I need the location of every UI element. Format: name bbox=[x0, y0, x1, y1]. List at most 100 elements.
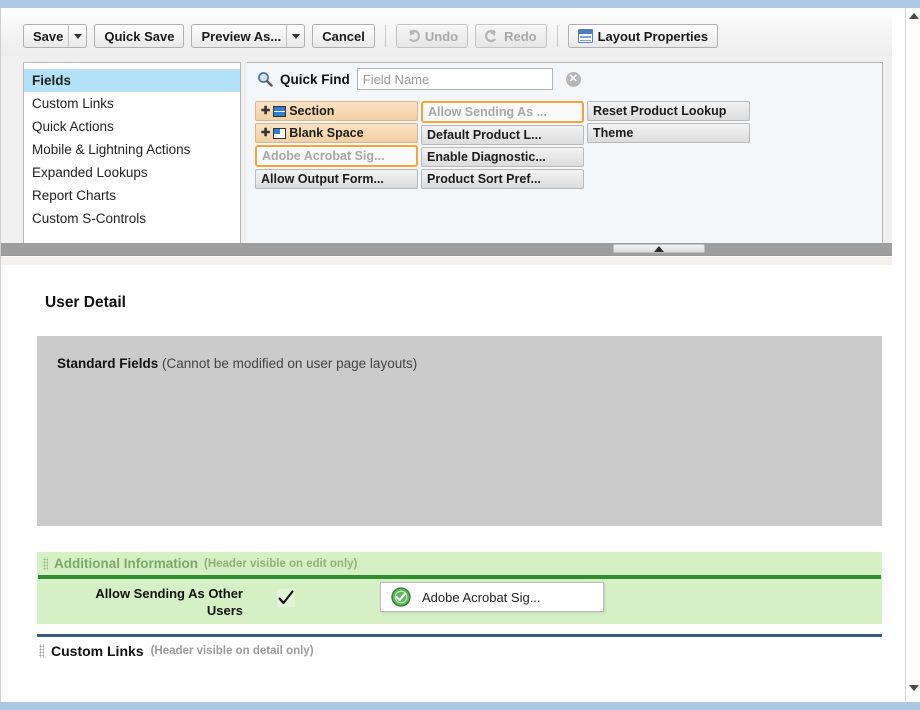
plus-icon: ✚ bbox=[261, 127, 271, 139]
save-dropdown-toggle[interactable] bbox=[68, 25, 86, 47]
chevron-up-icon bbox=[908, 13, 919, 19]
palette-tile-label: Product Sort Pref... bbox=[427, 172, 541, 186]
palette-tile-theme[interactable]: Theme bbox=[587, 123, 750, 143]
palette-column: Reset Product Lookup Theme bbox=[587, 101, 750, 189]
sidebar-item-label: Mobile & Lightning Actions bbox=[32, 142, 191, 157]
sidebar-item-label: Custom Links bbox=[32, 96, 114, 111]
palette-tile-reset-product-lookup[interactable]: Reset Product Lookup bbox=[587, 101, 750, 121]
palette-tile-label: Blank Space bbox=[289, 126, 364, 140]
toolbar-divider bbox=[556, 25, 558, 47]
preview-as-dropdown-toggle[interactable] bbox=[286, 25, 304, 47]
custom-links-header: Custom Links (Header visible on detail o… bbox=[37, 637, 882, 659]
palette-tile-label: Enable Diagnostic... bbox=[427, 150, 546, 164]
custom-links-note: (Header visible on detail only) bbox=[150, 645, 314, 657]
sidebar-item-mobile-lightning-actions[interactable]: Mobile & Lightning Actions bbox=[24, 138, 240, 161]
chevron-down-icon bbox=[908, 685, 919, 691]
dragged-field-tile[interactable]: Adobe Acrobat Sig... bbox=[380, 582, 604, 612]
sidebar-item-label: Quick Actions bbox=[32, 119, 114, 134]
field-label-allow-sending-as-other-users: Allow Sending As Other Users bbox=[95, 586, 243, 618]
app-canvas: Save Quick Save Preview As... Cancel Und… bbox=[0, 8, 905, 710]
palette-tile-label: Allow Sending As ... bbox=[428, 105, 547, 119]
editor-toolbar: Save Quick Save Preview As... Cancel Und… bbox=[1, 16, 892, 56]
quick-save-label: Quick Save bbox=[104, 28, 175, 44]
sidebar-item-label: Custom S-Controls bbox=[32, 211, 147, 226]
element-category-sidebar: Fields Custom Links Quick Actions Mobile… bbox=[23, 62, 241, 248]
palette-tile-label: Theme bbox=[593, 126, 634, 140]
quick-find-label: Quick Find bbox=[280, 71, 350, 87]
palette-tile-label: Adobe Acrobat Sig... bbox=[262, 149, 385, 163]
sidebar-item-custom-links[interactable]: Custom Links bbox=[24, 92, 240, 115]
checkmark-icon bbox=[277, 589, 295, 607]
blank-space-icon bbox=[273, 127, 287, 139]
redo-icon bbox=[485, 29, 499, 43]
undo-icon bbox=[406, 29, 420, 43]
dragged-field-label: Adobe Acrobat Sig... bbox=[422, 589, 541, 605]
redo-label: Redo bbox=[504, 28, 537, 44]
standard-fields-header: Standard Fields (Cannot be modified on u… bbox=[57, 356, 417, 371]
additional-information-section[interactable]: Additional Information (Header visible o… bbox=[37, 552, 882, 624]
cancel-label: Cancel bbox=[322, 28, 365, 44]
sidebar-item-fields[interactable]: Fields bbox=[24, 69, 240, 92]
palette-column: Allow Sending As ... Default Product L..… bbox=[421, 101, 584, 189]
sidebar-item-quick-actions[interactable]: Quick Actions bbox=[24, 115, 240, 138]
field-palette: Quick Find ✕ ✚ Section ✚ bbox=[247, 62, 883, 248]
cancel-button[interactable]: Cancel bbox=[312, 24, 375, 48]
sidebar-item-expanded-lookups[interactable]: Expanded Lookups bbox=[24, 161, 240, 184]
palette-tile-label: Default Product L... bbox=[427, 128, 542, 142]
palette-tile-label: Section bbox=[289, 104, 335, 118]
sidebar-item-custom-s-controls[interactable]: Custom S-Controls bbox=[24, 207, 240, 230]
editor-work-area: Fields Custom Links Quick Actions Mobile… bbox=[23, 62, 883, 248]
palette-tile-grid: ✚ Section ✚ Blank Space Adobe Acrobat Si… bbox=[255, 101, 874, 189]
undo-label: Undo bbox=[424, 28, 459, 44]
chevron-down-icon bbox=[291, 33, 300, 39]
palette-tile-blank-space[interactable]: ✚ Blank Space bbox=[255, 123, 418, 143]
layout-editor-panel: Save Quick Save Preview As... Cancel Und… bbox=[1, 16, 892, 256]
layout-preview: User Detail Standard Fields (Cannot be m… bbox=[1, 257, 892, 710]
splitter-collapse-handle[interactable] bbox=[613, 244, 705, 253]
panel-splitter[interactable] bbox=[1, 243, 892, 255]
page-title: User Detail bbox=[45, 294, 126, 311]
layout-properties-label: Layout Properties bbox=[597, 28, 709, 44]
drag-handle-icon[interactable] bbox=[43, 556, 48, 571]
palette-tile-default-product-l[interactable]: Default Product L... bbox=[421, 125, 584, 145]
palette-tile-section[interactable]: ✚ Section bbox=[255, 101, 418, 121]
sidebar-item-report-charts[interactable]: Report Charts bbox=[24, 184, 240, 207]
redo-button[interactable]: Redo bbox=[475, 24, 547, 48]
standard-fields-section: Standard Fields (Cannot be modified on u… bbox=[37, 336, 882, 526]
scroll-down-button[interactable] bbox=[906, 680, 920, 696]
quick-save-button[interactable]: Quick Save bbox=[94, 24, 185, 48]
preview-as-button[interactable]: Preview As... bbox=[191, 24, 306, 48]
standard-fields-title: Standard Fields bbox=[57, 356, 159, 371]
palette-tile-product-sort-pref[interactable]: Product Sort Pref... bbox=[421, 169, 584, 189]
palette-tile-label: Allow Output Form... bbox=[261, 172, 384, 186]
clear-search-icon[interactable]: ✕ bbox=[565, 71, 581, 87]
save-button[interactable]: Save bbox=[23, 24, 88, 48]
page-background-bottom bbox=[0, 702, 920, 710]
additional-information-note: (Header visible on edit only) bbox=[204, 557, 358, 570]
sidebar-item-label: Fields bbox=[32, 73, 72, 88]
scroll-up-button[interactable] bbox=[906, 8, 920, 24]
section-icon bbox=[273, 105, 287, 117]
palette-tile-allow-sending-as[interactable]: Allow Sending As ... bbox=[421, 101, 584, 123]
layout-properties-button[interactable]: Layout Properties bbox=[567, 24, 719, 48]
layout-grid-icon bbox=[577, 29, 593, 43]
preview-top-strip bbox=[1, 257, 892, 265]
page-scrollbar[interactable] bbox=[905, 8, 920, 702]
palette-tile-allow-output-form[interactable]: Allow Output Form... bbox=[255, 169, 418, 189]
undo-button[interactable]: Undo bbox=[395, 24, 469, 48]
palette-tile-adobe-acrobat-sig[interactable]: Adobe Acrobat Sig... bbox=[255, 145, 418, 167]
drag-handle-icon[interactable] bbox=[39, 644, 44, 658]
standard-fields-note: (Cannot be modified on user page layouts… bbox=[162, 356, 418, 371]
additional-information-body: Allow Sending As Other Users Adobe Acrob… bbox=[37, 579, 882, 623]
quick-find-input[interactable] bbox=[356, 68, 553, 90]
custom-links-title: Custom Links bbox=[51, 643, 144, 659]
custom-links-section[interactable]: Custom Links (Header visible on detail o… bbox=[37, 634, 882, 664]
palette-tile-enable-diagnostic[interactable]: Enable Diagnostic... bbox=[421, 147, 584, 167]
additional-information-header: Additional Information (Header visible o… bbox=[37, 552, 882, 575]
palette-tile-label: Reset Product Lookup bbox=[593, 104, 727, 118]
search-icon bbox=[257, 71, 273, 87]
additional-information-title: Additional Information bbox=[54, 556, 198, 571]
plus-icon: ✚ bbox=[261, 105, 271, 117]
palette-column: ✚ Section ✚ Blank Space Adobe Acrobat Si… bbox=[255, 101, 418, 189]
toolbar-divider bbox=[384, 25, 386, 47]
